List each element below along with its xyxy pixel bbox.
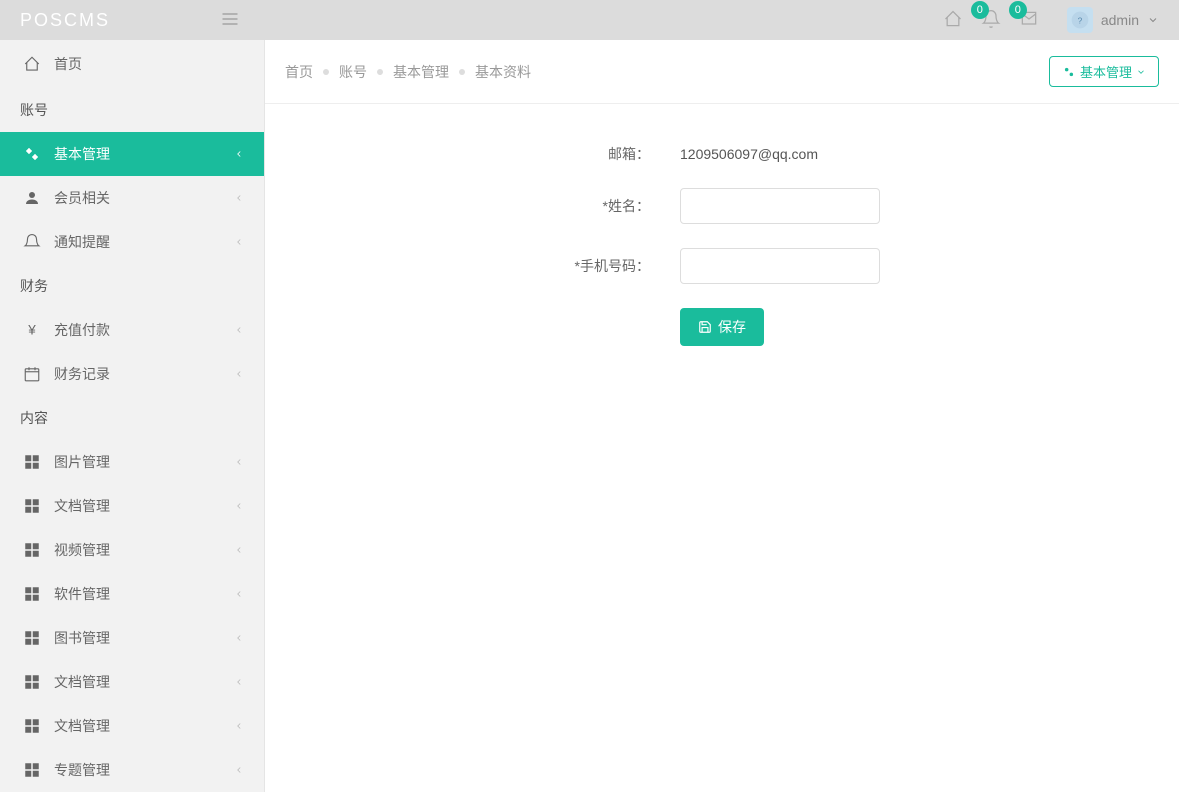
sidebar-item-software-mgmt[interactable]: 软件管理	[0, 572, 264, 616]
chevron-left-icon	[234, 674, 244, 690]
sidebar-item-label: 文档管理	[54, 716, 110, 736]
sidebar-item-notification[interactable]: 通知提醒	[0, 220, 264, 264]
chevron-left-icon	[234, 718, 244, 734]
grid-icon	[20, 453, 44, 471]
header: POSCMS 0 0 ? admin	[0, 0, 1179, 40]
save-button[interactable]: 保存	[680, 308, 764, 346]
email-value: 1209506097@qq.com	[680, 146, 818, 162]
sidebar-item-label: 基本管理	[54, 144, 110, 164]
chevron-down-icon	[1147, 14, 1159, 26]
name-input[interactable]	[680, 188, 880, 224]
form-area: 邮箱： 1209506097@qq.com *姓名： *手机号码： 保存	[265, 104, 1179, 410]
sidebar-item-label: 通知提醒	[54, 232, 110, 252]
sidebar-item-label: 专题管理	[54, 760, 110, 780]
grid-icon	[20, 497, 44, 515]
sidebar: 首页 账号 基本管理 会员相关 通知提醒 财务 ¥ 充值付款	[0, 40, 265, 792]
breadcrumb-home[interactable]: 首页	[285, 62, 313, 82]
grid-icon	[20, 673, 44, 691]
breadcrumb: 首页 账号 基本管理 基本资料	[285, 62, 531, 82]
grid-icon	[20, 717, 44, 735]
sidebar-item-member[interactable]: 会员相关	[0, 176, 264, 220]
sidebar-item-label: 文档管理	[54, 496, 110, 516]
user-icon	[20, 189, 44, 207]
notification-badge: 0	[971, 1, 989, 19]
sidebar-section-content: 内容	[0, 396, 264, 440]
yen-icon: ¥	[20, 321, 44, 339]
sidebar-item-topic-mgmt[interactable]: 专题管理	[0, 748, 264, 792]
email-label: 邮箱：	[285, 144, 680, 164]
phone-label: *手机号码：	[285, 256, 680, 276]
sidebar-item-label: 软件管理	[54, 584, 110, 604]
sidebar-item-basic-mgmt[interactable]: 基本管理	[0, 132, 264, 176]
sidebar-home[interactable]: 首页	[0, 40, 264, 88]
sidebar-item-label: 图片管理	[54, 452, 110, 472]
chevron-left-icon	[234, 586, 244, 602]
notification-button[interactable]: 0	[981, 9, 1001, 32]
phone-input[interactable]	[680, 248, 880, 284]
home-icon[interactable]	[943, 9, 963, 32]
sidebar-home-label: 首页	[54, 54, 82, 74]
chevron-left-icon	[234, 322, 244, 338]
calendar-icon	[20, 365, 44, 383]
sidebar-item-label: 视频管理	[54, 540, 110, 560]
chevron-left-icon	[234, 630, 244, 646]
gears-icon	[20, 145, 44, 163]
logo: POSCMS	[20, 10, 220, 31]
save-icon	[698, 320, 712, 334]
sidebar-item-recharge[interactable]: ¥ 充值付款	[0, 308, 264, 352]
chevron-left-icon	[234, 542, 244, 558]
basic-mgmt-dropdown[interactable]: 基本管理	[1049, 56, 1159, 87]
sidebar-item-doc-mgmt-3[interactable]: 文档管理	[0, 704, 264, 748]
chevron-left-icon	[234, 190, 244, 206]
message-badge: 0	[1009, 1, 1027, 19]
sidebar-item-label: 文档管理	[54, 672, 110, 692]
sidebar-item-image-mgmt[interactable]: 图片管理	[0, 440, 264, 484]
sidebar-item-doc-mgmt-2[interactable]: 文档管理	[0, 660, 264, 704]
main-content: 首页 账号 基本管理 基本资料 基本管理 邮箱： 120	[265, 40, 1179, 792]
avatar: ?	[1067, 7, 1093, 33]
breadcrumb-separator	[459, 69, 465, 75]
breadcrumb-bar: 首页 账号 基本管理 基本资料 基本管理	[265, 40, 1179, 104]
breadcrumb-basic-mgmt[interactable]: 基本管理	[393, 62, 449, 82]
sidebar-item-label: 会员相关	[54, 188, 110, 208]
breadcrumb-separator	[377, 69, 383, 75]
chevron-left-icon	[234, 498, 244, 514]
sidebar-item-label: 财务记录	[54, 364, 110, 384]
svg-text:¥: ¥	[27, 323, 36, 338]
grid-icon	[20, 585, 44, 603]
chevron-left-icon	[234, 234, 244, 250]
grid-icon	[20, 629, 44, 647]
breadcrumb-basic-info[interactable]: 基本资料	[475, 62, 531, 82]
menu-toggle-button[interactable]	[220, 9, 240, 32]
breadcrumb-separator	[323, 69, 329, 75]
messages-button[interactable]: 0	[1019, 9, 1039, 32]
sidebar-item-finance-record[interactable]: 财务记录	[0, 352, 264, 396]
svg-text:?: ?	[1078, 15, 1083, 25]
sidebar-item-book-mgmt[interactable]: 图书管理	[0, 616, 264, 660]
grid-icon	[20, 761, 44, 779]
chevron-left-icon	[234, 454, 244, 470]
gears-icon	[1062, 65, 1076, 79]
home-icon	[20, 55, 44, 73]
breadcrumb-account[interactable]: 账号	[339, 62, 367, 82]
bell-icon	[20, 233, 44, 251]
grid-icon	[20, 541, 44, 559]
username-label: admin	[1101, 12, 1139, 28]
sidebar-item-label: 充值付款	[54, 320, 110, 340]
name-label: *姓名：	[285, 196, 680, 216]
sidebar-item-label: 图书管理	[54, 628, 110, 648]
chevron-left-icon	[234, 762, 244, 778]
sidebar-item-video-mgmt[interactable]: 视频管理	[0, 528, 264, 572]
chevron-down-icon	[1136, 67, 1146, 77]
sidebar-item-doc-mgmt-1[interactable]: 文档管理	[0, 484, 264, 528]
chevron-left-icon	[234, 366, 244, 382]
chevron-left-icon	[234, 146, 244, 162]
user-menu[interactable]: ? admin	[1067, 7, 1159, 33]
sidebar-section-finance: 财务	[0, 264, 264, 308]
sidebar-section-account: 账号	[0, 88, 264, 132]
